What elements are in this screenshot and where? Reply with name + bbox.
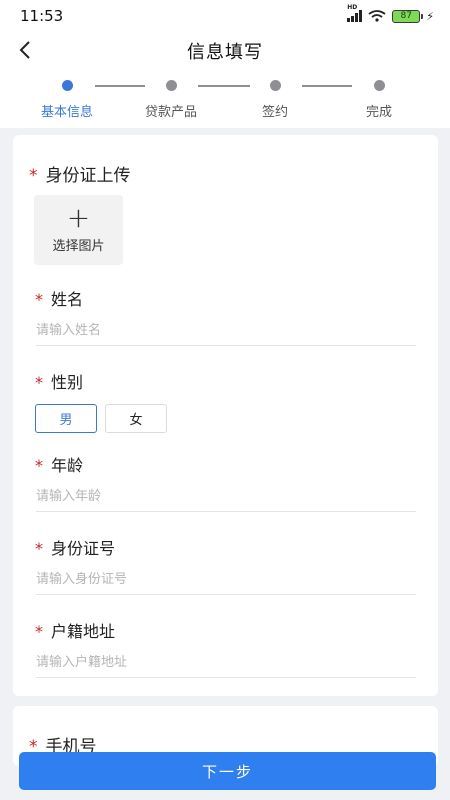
nav-bar: 信息填写 [0,32,450,70]
household-address-input[interactable] [36,648,416,678]
name-label: * 姓名 [35,286,83,310]
id-number-input[interactable] [36,565,416,595]
age-label: * 年龄 [35,452,83,476]
gender-male-button[interactable]: 男 [35,404,97,433]
charging-icon: ⚡ [426,9,434,23]
step-complete: 完成 [334,80,424,120]
status-bar: 11:53 HD 87 ⚡ [0,0,450,32]
signal-icon: HD [347,4,363,22]
gender-label-text: 性别 [51,373,84,392]
age-label-text: 年龄 [51,456,84,475]
id-upload-label: * 身份证上传 [29,161,131,186]
page-title: 信息填写 [187,42,263,63]
name-label-text: 姓名 [51,290,84,309]
step-dot [165,80,177,91]
step-loan-product: 贷款产品 [126,80,216,120]
step-label: 完成 [365,105,392,120]
step-basic-info: 基本信息 [22,80,112,120]
required-mark: * [35,456,43,475]
plus-icon: + [66,201,91,234]
progress-steps: 基本信息 贷款产品 签约 完成 [0,70,450,128]
select-image-button[interactable]: + 选择图片 [34,195,123,265]
network-type-label: HD [347,4,358,11]
gender-female-button[interactable]: 女 [105,404,167,433]
household-address-label-text: 户籍地址 [51,622,116,641]
id-number-label-text: 身份证号 [51,539,116,558]
name-input[interactable] [36,316,416,346]
step-label: 贷款产品 [144,105,197,120]
required-mark: * [35,539,43,558]
chevron-left-icon[interactable] [14,38,38,62]
required-mark: * [35,373,43,392]
next-step-button[interactable]: 下一步 [19,752,436,790]
step-dot-active [61,80,73,91]
select-image-label: 选择图片 [52,239,105,254]
wifi-icon [368,10,386,22]
battery-icon: 87 [392,9,424,23]
battery-level: 87 [400,10,412,21]
step-label: 签约 [261,105,288,120]
required-mark: * [35,622,43,641]
household-address-label: * 户籍地址 [35,618,115,642]
step-label: 基本信息 [40,105,93,120]
id-upload-label-text: 身份证上传 [45,166,131,186]
id-number-label: * 身份证号 [35,535,115,559]
age-input[interactable] [36,482,416,512]
required-mark: * [35,290,43,309]
basic-info-card: * 身份证上传 + 选择图片 * 姓名 * 性别 男 女 * 年龄 * 身份证号 * 户籍地… [13,135,438,696]
status-icons: HD 87 ⚡ [347,4,434,23]
step-dot [373,80,385,91]
status-time: 11:53 [20,7,64,25]
step-sign: 签约 [230,80,320,120]
required-mark: * [29,166,38,186]
gender-label: * 性别 [35,369,83,393]
step-dot [269,80,281,91]
